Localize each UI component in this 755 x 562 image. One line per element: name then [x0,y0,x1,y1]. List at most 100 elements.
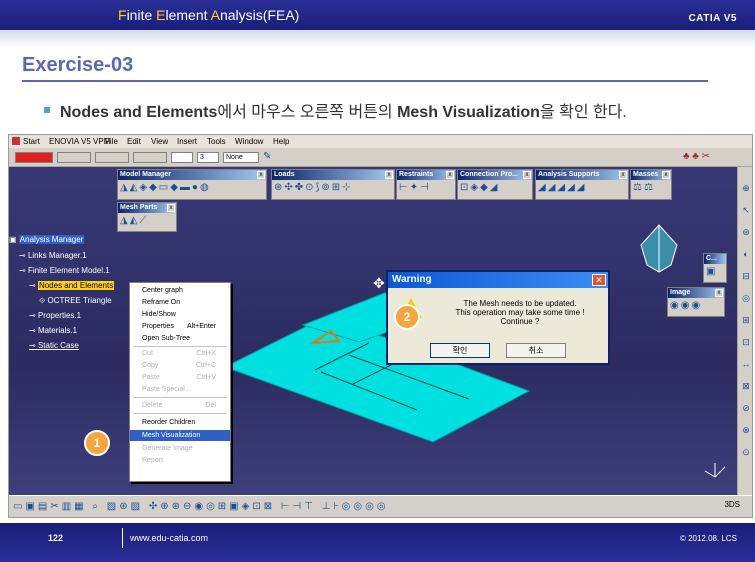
catia-logo-icon: 3DS [724,500,740,509]
menu-edit[interactable]: Edit [127,137,141,146]
tree-octree-triangle[interactable]: ⟐ OCTREE Triangle [39,296,112,306]
linetype-select[interactable] [133,152,167,163]
menu-open-sub-tree[interactable]: Open Sub-Tree [130,333,230,344]
toolbar-model-manager: Model Manager x ◮◭◈◆▭◆▬●◍ [117,169,267,200]
toolbar-restraints: Restraints x ⊢✦⊣ [396,169,456,200]
menu-cut[interactable]: Cut Ctrl+X [130,348,230,359]
menu-reorder-children[interactable]: Reorder Children [130,417,230,428]
menu-start[interactable]: Start [23,137,40,146]
3d-viewport[interactable]: Model Manager x ◮◭◈◆▭◆▬●◍ Loads x ⊛✣✤⊙⟆⊚⊞⊹ R… [9,167,737,495]
header-bar: Finite Element Analysis(FEA) CATIA V5 [0,0,755,30]
color-select[interactable] [15,152,53,163]
transparency-select[interactable] [57,152,91,163]
catia-logo-icon [12,137,20,145]
menu-view[interactable]: View [151,137,168,146]
bottom-toolbar-icons[interactable]: ▭▣▤✂▥▦ ⌕ ▧⊛▨ ✣⊕⊛⊖◉◎⊞▣◈⊡⊠ ⊢⊣⊤ ⊥⊦◎◎◎◎ [13,501,389,512]
bottom-toolbar: ▭▣▤✂▥▦ ⌕ ▧⊛▨ ✣⊕⊛⊖◉◎⊞▣◈⊡⊠ ⊢⊣⊤ ⊥⊦◎◎◎◎ 3DS [9,495,752,517]
footer-url: www.edu-catia.com [130,533,209,543]
dialog-message: The Mesh needs to be updated. This opera… [455,299,585,326]
menu-separator [134,397,226,398]
tree-static-case[interactable]: ⊸ Static Case [29,341,79,350]
course-title: Finite Element Analysis(FEA) [118,7,300,23]
painter-icon[interactable]: ✎ [263,151,271,162]
context-menu: Center graph Reframe On Hide/Show Proper… [129,282,231,482]
tree-finite-element-model[interactable]: ⊸ Finite Element Model.1 [19,266,110,275]
close-icon[interactable]: x [619,171,627,179]
page-number: 122 [48,533,64,543]
thickness-select[interactable]: 3 [197,152,219,163]
menu-enovia[interactable]: ENOVIA V5 VPM [49,137,110,146]
menu-paste-special[interactable]: Paste Special... [130,384,230,395]
close-icon[interactable]: x [446,171,454,179]
menu-report[interactable]: Report [130,455,230,466]
menu-paste[interactable]: Paste Ctrl+V [130,372,230,383]
right-toolbar-icons[interactable]: ⊕ ↖ ⊛ ◐ ⊟ ◎ ⊞ ⊡ ↔ ⊠ ⊘ ⊗ ⊙ [738,167,752,463]
loads-icons[interactable]: ⊛✣✤⊙⟆⊚⊞⊹ [272,180,394,196]
menu-delete[interactable]: Delete Del [130,400,230,411]
tools-icons[interactable]: ♣ ♣ ✂ [683,151,710,162]
menu-bar: Start ENOVIA V5 VPM File Edit View Inser… [9,135,752,148]
right-toolbar: ⊕ ↖ ⊛ ◐ ⊟ ◎ ⊞ ⊡ ↔ ⊠ ⊘ ⊗ ⊙ [737,167,752,495]
image-icons[interactable]: ◉◉◉ [668,298,724,314]
header-shade [0,30,755,48]
tree-links-manager[interactable]: ⊸ Links Manager.1 [19,251,87,260]
menu-hide-show[interactable]: Hide/Show [130,309,230,320]
menu-window[interactable]: Window [235,137,263,146]
cancel-button[interactable]: 취소 [506,343,566,358]
menu-help[interactable]: Help [273,137,289,146]
footer-copyright: © 2012.08. LCS [679,534,737,543]
tree-analysis-manager[interactable]: ▣ Analysis Manager [9,235,85,244]
axis-icon [704,463,726,478]
menu-mesh-visualization[interactable]: Mesh Visualization [130,430,230,441]
catia-screenshot: Start ENOVIA V5 VPM File Edit View Inser… [8,134,753,518]
c-toolbar-icon[interactable]: ▣ [704,264,726,280]
catia-brand: CATIA V5 [688,13,737,24]
restraints-icons[interactable]: ⊢✦⊣ [397,180,455,196]
close-icon[interactable]: x [167,204,175,212]
menu-copy[interactable]: Copy Ctrl+C [130,360,230,371]
menu-separator [134,346,226,347]
move-cursor-icon: ✥ [373,275,385,291]
slide: Finite Element Analysis(FEA) CATIA V5 Ex… [0,0,755,562]
point-select[interactable] [171,152,193,163]
ok-button[interactable]: 확인 [430,343,490,358]
close-icon[interactable]: x [257,171,265,179]
close-icon[interactable]: x [385,171,393,179]
menu-insert[interactable]: Insert [177,137,197,146]
bullet-icon [44,106,50,113]
toolbar-c: C... ▣ [703,253,727,283]
menu-center-graph[interactable]: Center graph [130,285,230,296]
toolbar-analysis-supports: Analysis Supports x ◢◢◢◢◢ [535,169,629,200]
title-underline [22,80,708,82]
footer-bar: 122 www.edu-catia.com © 2012.08. LCS [0,523,755,562]
menu-file[interactable]: File [105,137,118,146]
menu-properties[interactable]: Properties Alt+Enter [130,321,230,332]
compass-icon [640,224,678,273]
linewidth-select[interactable] [95,152,129,163]
tree-nodes-and-elements[interactable]: ⊸ Nodes and Elements [29,281,115,290]
menu-reframe-on[interactable]: Reframe On [130,297,230,308]
close-icon[interactable]: x [662,171,670,179]
layer-select[interactable]: None [223,152,259,163]
toolbar-masses: Masses x ⚖⚖ [630,169,672,200]
tree-properties[interactable]: ⊸ Properties.1 [29,311,81,320]
close-icon[interactable]: x [523,171,531,179]
mesh-parts-icons[interactable]: ◮◭⟋ [118,213,176,229]
properties-toolbar: 3 None ✎ ♣ ♣ ✂ [9,148,752,167]
tree-materials[interactable]: ⊸ Materials.1 [29,326,77,335]
masses-icons[interactable]: ⚖⚖ [631,180,671,196]
close-icon[interactable]: x [715,289,723,297]
toolbar-mesh-parts: Mesh Parts x ◮◭⟋ [117,202,177,232]
toolbar-image: Image x ◉◉◉ [667,287,725,317]
toolbar-connection-properties: Connection Pro... x ⊡◈◆◢ [457,169,533,200]
exercise-title: Exercise-03 [22,54,134,76]
menu-generate-image[interactable]: Generate Image [130,443,230,454]
dialog-close-button[interactable]: ✕ [592,274,606,286]
step-2-badge: 2 [394,304,420,330]
instruction-bullet: Nodes and Elements에서 마우스 오른쪽 버튼의 Mesh Vi… [44,98,627,122]
connection-icons[interactable]: ⊡◈◆◢ [458,180,532,196]
menu-tools[interactable]: Tools [207,137,226,146]
dialog-title: Warning [388,272,608,288]
analysis-supports-icons[interactable]: ◢◢◢◢◢ [536,180,628,196]
model-manager-icons[interactable]: ◮◭◈◆▭◆▬●◍ [118,180,266,196]
